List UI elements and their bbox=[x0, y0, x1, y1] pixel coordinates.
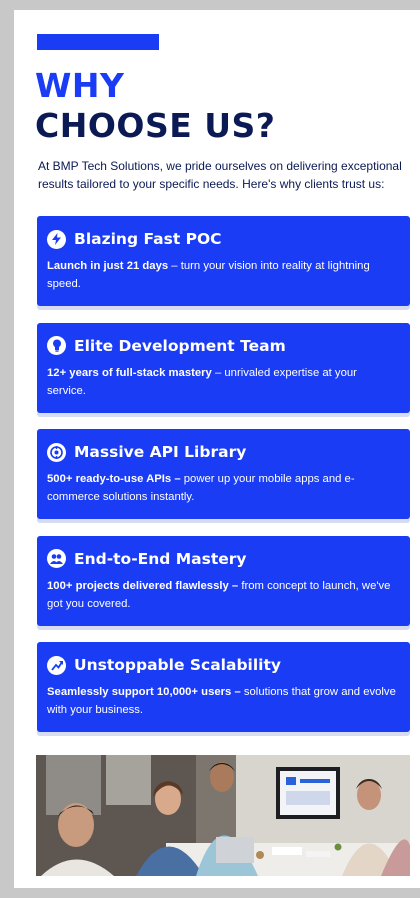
lightning-icon bbox=[47, 229, 66, 249]
feature-card-end-to-end: End-to-End Mastery 100+ projects deliver… bbox=[37, 535, 410, 626]
card-description: 100+ projects delivered flawlessly – fro… bbox=[47, 577, 398, 613]
team-meeting-photo bbox=[36, 755, 410, 876]
card-description: 500+ ready-to-use APIs – power up your m… bbox=[47, 470, 398, 506]
card-highlight: 12+ years of full-stack mastery bbox=[47, 366, 212, 379]
feature-card-api-library: Massive API Library 500+ ready-to-use AP… bbox=[37, 429, 410, 519]
page-heading: WHY CHOOSE US? bbox=[35, 66, 275, 146]
card-description: 12+ years of full-stack mastery – unriva… bbox=[47, 364, 398, 400]
card-highlight: Launch in just 21 days bbox=[47, 260, 169, 272]
feature-cards: Blazing Fast POC Launch in just 21 days … bbox=[37, 216, 410, 749]
heading-line-2: CHOOSE US? bbox=[35, 106, 276, 145]
api-icon bbox=[47, 442, 66, 462]
card-title: Blazing Fast POC bbox=[74, 230, 222, 248]
heading-line-1: WHY bbox=[35, 66, 125, 105]
feature-card-scalability: Unstoppable Scalability Seamlessly suppo… bbox=[37, 642, 410, 732]
card-title: End-to-End Mastery bbox=[74, 549, 247, 568]
card-title: Massive API Library bbox=[74, 443, 247, 461]
card-description: Seamlessly support 10,000+ users – solut… bbox=[47, 683, 398, 719]
card-title: Elite Development Team bbox=[74, 336, 286, 355]
intro-text: At BMP Tech Solutions, we pride ourselve… bbox=[38, 159, 402, 191]
accent-bar bbox=[37, 34, 159, 50]
card-highlight: Seamlessly support 10,000+ users – bbox=[47, 686, 241, 698]
team-icon bbox=[47, 549, 66, 568]
lightbulb-icon bbox=[47, 336, 66, 355]
flyer-page: WHY CHOOSE US? At BMP Tech Solutions, we… bbox=[14, 10, 420, 888]
feature-card-elite-team: Elite Development Team 12+ years of full… bbox=[37, 322, 410, 413]
card-highlight: 500+ ready-to-use APIs – bbox=[47, 473, 181, 485]
growth-icon bbox=[47, 655, 66, 675]
card-highlight: 100+ projects delivered flawlessly – bbox=[47, 579, 239, 592]
feature-card-fast-poc: Blazing Fast POC Launch in just 21 days … bbox=[37, 216, 410, 306]
card-description: Launch in just 21 days – turn your visio… bbox=[47, 257, 398, 293]
card-title: Unstoppable Scalability bbox=[74, 656, 282, 674]
